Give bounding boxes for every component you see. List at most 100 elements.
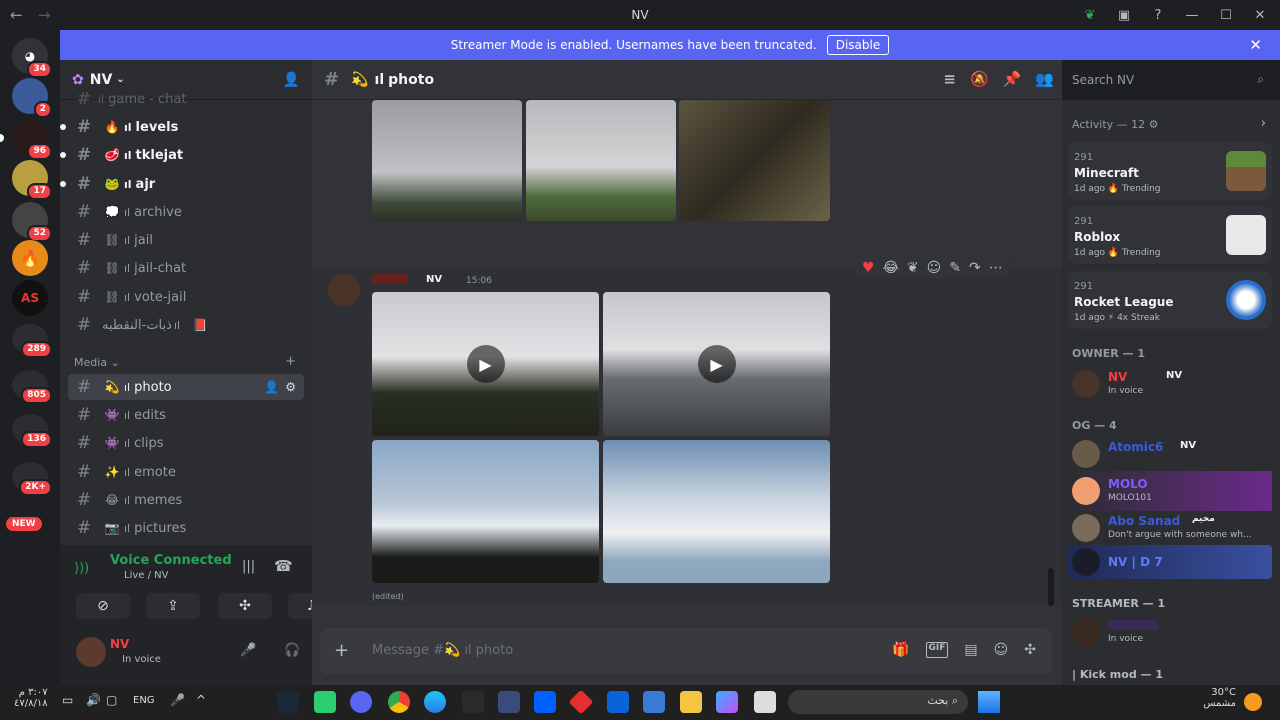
add-member-icon[interactable]: 👤 — [283, 72, 300, 88]
chevron-right-icon[interactable]: › — [1261, 116, 1266, 131]
maximize-icon[interactable]: ☐ — [1216, 5, 1236, 25]
file-explorer-icon[interactable] — [680, 691, 702, 713]
new-badge[interactable]: NEW — [6, 517, 42, 531]
channel-edits[interactable]: # 👾 ıl edits — [68, 402, 304, 428]
server-icon[interactable]: 52 — [12, 202, 52, 242]
channel-vote-jail[interactable]: # ⛓ ıl vote-jail — [68, 284, 304, 310]
emoji-icon[interactable]: ☺ — [994, 642, 1009, 658]
attachment-image[interactable] — [679, 100, 830, 221]
language-indicator[interactable]: ENG — [133, 695, 155, 706]
app-icon[interactable] — [314, 691, 336, 713]
windows-start-icon[interactable] — [978, 691, 1000, 713]
edit-icon[interactable]: ✎ — [949, 260, 961, 276]
avatar[interactable] — [328, 274, 360, 306]
server-folder[interactable]: 805 — [12, 370, 52, 404]
member-row[interactable]: Atomic6 NV — [1068, 434, 1272, 474]
copilot-icon[interactable] — [716, 691, 738, 713]
quick-reaction-icon[interactable]: ❦ — [907, 260, 919, 276]
channel-jail-chat[interactable]: # ⛓ ıl jail-chat — [68, 255, 304, 281]
server-folder[interactable]: 289 — [12, 324, 52, 358]
channel-emote[interactable]: # ✨ ıl emote — [68, 459, 304, 485]
volume-icon[interactable]: 🔊 — [86, 693, 101, 707]
channel-jail[interactable]: # ⛓ ıl jail — [68, 227, 304, 253]
threads-icon[interactable]: ≡ — [943, 70, 956, 88]
taskbar-search[interactable]: بحث ⌕ — [788, 690, 968, 714]
mute-icon[interactable]: 🔕 — [970, 70, 989, 88]
network-icon[interactable]: ▢ — [106, 693, 117, 707]
attachment-image[interactable] — [372, 100, 522, 221]
tray-chevron-icon[interactable]: ^ — [196, 693, 206, 707]
channel-game-chat[interactable]: # ıl game - chat — [68, 92, 304, 106]
activity-card[interactable]: 291 Minecraft 1d ago 🔥 Trending — [1068, 142, 1272, 200]
channel-memes[interactable]: # 😂 ıl memes — [68, 487, 304, 513]
invite-icon[interactable]: 👤 — [264, 380, 279, 394]
members-icon[interactable]: 👥 — [1035, 70, 1054, 88]
close-window-icon[interactable]: ✕ — [1250, 5, 1270, 25]
camera-off-button[interactable]: ⊘ — [76, 593, 130, 619]
store-icon[interactable] — [643, 691, 665, 713]
minimize-icon[interactable]: — — [1182, 5, 1202, 25]
help-icon[interactable]: ? — [1148, 5, 1168, 25]
dropbox-icon[interactable] — [534, 691, 556, 713]
video-attachment[interactable]: ▶ — [603, 292, 830, 436]
discord-taskbar-icon[interactable] — [350, 691, 372, 713]
home-server[interactable]: ◕ 34 — [12, 38, 52, 78]
server-icon[interactable]: 17 — [12, 160, 52, 200]
chrome-icon[interactable] — [388, 691, 410, 713]
member-row[interactable]: Abo Sanad مخيم Don't argue with someone … — [1068, 508, 1272, 548]
edge-icon[interactable] — [424, 691, 446, 713]
gift-icon[interactable]: 🎁 — [892, 642, 909, 658]
mic-tray-icon[interactable]: 🎤 — [170, 693, 185, 707]
voice-channel-label[interactable]: Live / NV — [124, 570, 168, 581]
avatar[interactable] — [76, 637, 106, 667]
disable-button[interactable]: Disable — [826, 35, 890, 55]
channel-photo[interactable]: # 💫 ıl photo 👤 ⚙ — [68, 374, 304, 400]
server-folder[interactable]: 136 — [12, 414, 52, 448]
inbox-icon[interactable]: ▣ — [1114, 5, 1134, 25]
server-folder[interactable]: 2K+ — [12, 462, 52, 496]
epic-games-icon[interactable] — [462, 691, 484, 713]
steam-icon[interactable] — [277, 691, 299, 713]
app-icon[interactable] — [498, 691, 520, 713]
author-name[interactable] — [372, 274, 408, 284]
add-reaction-icon[interactable]: ☺ — [927, 260, 942, 276]
channel-ajr[interactable]: # 🐸 ıl ajr — [60, 171, 304, 197]
battery-icon[interactable]: ▭ — [62, 693, 73, 707]
close-icon[interactable]: ✕ — [1249, 36, 1262, 54]
scrollbar[interactable] — [1048, 568, 1054, 606]
server-icon[interactable]: AS — [12, 280, 48, 316]
microphone-icon[interactable]: 🎤 — [240, 643, 256, 658]
channel-archive[interactable]: # 💭 ıl archive — [68, 199, 304, 225]
video-attachment[interactable]: ▶ — [372, 292, 599, 436]
disconnect-icon[interactable]: ☎ — [274, 557, 293, 575]
activity-card[interactable]: 291 Roblox 1d ago 🔥 Trending — [1068, 206, 1272, 264]
voice-connected-label[interactable]: Voice Connected — [110, 553, 232, 568]
laugh-reaction-icon[interactable]: 😂 — [883, 260, 899, 276]
play-icon[interactable]: ▶ — [697, 345, 736, 383]
server-icon[interactable]: 96 — [0, 120, 52, 160]
noise-suppression-icon[interactable]: ||| — [242, 559, 255, 574]
attachment-image[interactable] — [372, 440, 599, 583]
heart-reaction-icon[interactable]: ♥ — [862, 260, 875, 276]
member-row[interactable]: NV | D 7 — [1068, 545, 1272, 579]
outlook-icon[interactable] — [607, 691, 629, 713]
channel-tklejat[interactable]: # 🥩 ıl tklejat — [60, 142, 304, 168]
server-icon[interactable]: 2 — [12, 78, 52, 118]
channel-arabic[interactable]: # ذبات-النقطيه ıl 📕 — [68, 312, 304, 338]
settings-gear-icon[interactable]: ⚙ — [285, 380, 296, 394]
category-media[interactable]: Media ⌄ — [74, 356, 120, 369]
sticker-icon[interactable]: ▤ — [964, 642, 977, 658]
attachment-image[interactable] — [526, 100, 676, 221]
app-icon[interactable] — [568, 689, 594, 715]
weather-widget[interactable]: 30°C مشمس — [1200, 687, 1236, 709]
attachment-image[interactable] — [603, 440, 830, 583]
server-icon[interactable]: 🔥 — [12, 240, 48, 276]
channel-pictures[interactable]: # 📷 ıl pictures — [68, 515, 304, 541]
member-row[interactable]: In voice — [1068, 612, 1272, 652]
activity-header[interactable]: Activity — 12 ⚙ — [1072, 118, 1159, 131]
play-icon[interactable]: ▶ — [466, 345, 505, 383]
more-icon[interactable]: ⋯ — [989, 260, 1003, 276]
channel-levels[interactable]: # 🔥 ıl levels — [60, 114, 304, 140]
gif-icon[interactable]: GIF — [925, 642, 949, 658]
headphones-icon[interactable]: 🎧 — [284, 643, 300, 658]
